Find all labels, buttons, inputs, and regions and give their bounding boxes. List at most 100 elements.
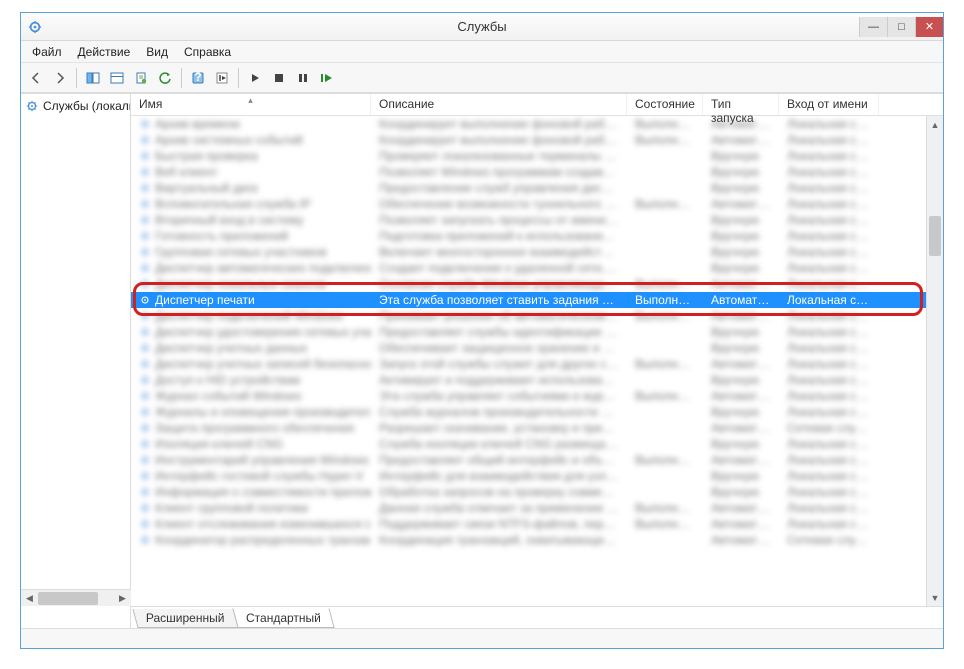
- menubar: Файл Действие Вид Справка: [21, 41, 943, 63]
- titlebar[interactable]: Службы — □ ✕: [21, 13, 943, 41]
- gear-icon: [139, 326, 151, 338]
- show-hide-tree-button[interactable]: [82, 67, 104, 89]
- scroll-right-arrow[interactable]: ▶: [114, 590, 131, 607]
- tab-standard[interactable]: Стандартный: [232, 608, 334, 628]
- start-service-button[interactable]: [211, 67, 233, 89]
- window-title: Службы: [21, 19, 943, 34]
- gear-icon: [139, 486, 151, 498]
- refresh-button[interactable]: [154, 67, 176, 89]
- statusbar: [21, 628, 943, 648]
- menu-view[interactable]: Вид: [139, 43, 175, 61]
- gear-icon: [139, 470, 151, 482]
- service-row[interactable]: Виртуальный дискПредоставление служб упр…: [131, 180, 943, 196]
- gear-icon: [139, 134, 151, 146]
- gear-icon: [139, 454, 151, 466]
- service-row[interactable]: Диспетчер удостоверения сетевых участник…: [131, 324, 943, 340]
- gear-icon: [139, 422, 151, 434]
- gear-icon: [139, 390, 151, 402]
- col-status[interactable]: Состояние: [627, 94, 703, 115]
- scroll-left-arrow[interactable]: ◀: [21, 590, 38, 607]
- separator: [181, 68, 182, 88]
- service-row[interactable]: Архив системных событийКоординирует выпо…: [131, 132, 943, 148]
- gear-icon: [139, 358, 151, 370]
- menu-file[interactable]: Файл: [25, 43, 69, 61]
- service-row[interactable]: Клиент отслеживания изменившихся связейП…: [131, 516, 943, 532]
- tree-root[interactable]: Службы (локальные): [23, 98, 128, 114]
- window-controls: — □ ✕: [859, 17, 943, 37]
- service-row[interactable]: Интерфейс гостевой службы Hyper-VИнтерфе…: [131, 468, 943, 484]
- menu-help[interactable]: Справка: [177, 43, 238, 61]
- list-pane: Имя Описание Состояние Тип запуска Вход …: [131, 94, 943, 628]
- vertical-scrollbar[interactable]: ▲ ▼: [926, 116, 943, 606]
- stop-button[interactable]: [268, 67, 290, 89]
- gear-icon: [139, 262, 151, 274]
- service-row[interactable]: Инструментарий управления WindowsПредост…: [131, 452, 943, 468]
- gear-icon: [139, 278, 151, 290]
- service-row[interactable]: Архив времениКоординирует выполнение фон…: [131, 116, 943, 132]
- gear-icon: [139, 310, 151, 322]
- service-row[interactable]: Координатор распределенных транзакцийКоо…: [131, 532, 943, 548]
- view-tabs: Расширенный Стандартный: [131, 606, 943, 628]
- gear-icon: [139, 198, 151, 210]
- workspace: Службы (локальные) Имя Описание Состояни…: [21, 93, 943, 628]
- service-row[interactable]: Информация о совместимости приложенийОбр…: [131, 484, 943, 500]
- service-row[interactable]: Диспетчер автоматических подключений уд.…: [131, 260, 943, 276]
- service-row[interactable]: Клиент групповой политикиДанная служба о…: [131, 500, 943, 516]
- window-frame: Службы — □ ✕ Файл Действие Вид Справка ?: [20, 12, 944, 649]
- gear-icon: [139, 502, 151, 514]
- service-row[interactable]: Быстрая проверкаПроверяет локализованные…: [131, 148, 943, 164]
- close-button[interactable]: ✕: [915, 17, 943, 37]
- menu-action[interactable]: Действие: [71, 43, 138, 61]
- maximize-button[interactable]: □: [887, 17, 915, 37]
- column-headers: Имя Описание Состояние Тип запуска Вход …: [131, 94, 943, 116]
- separator: [238, 68, 239, 88]
- gear-icon: [139, 374, 151, 386]
- service-row[interactable]: Журнал событий WindowsЭта служба управля…: [131, 388, 943, 404]
- help-button[interactable]: ?: [187, 67, 209, 89]
- service-row[interactable]: Веб клиентПозволяет Windows программам с…: [131, 164, 943, 180]
- service-row[interactable]: Диспетчер локальных сеансовОсновная служ…: [131, 276, 943, 292]
- scroll-thumb[interactable]: [929, 216, 941, 256]
- forward-button[interactable]: [49, 67, 71, 89]
- col-name[interactable]: Имя: [131, 94, 371, 115]
- gear-icon: [139, 166, 151, 178]
- col-startup[interactable]: Тип запуска: [703, 94, 779, 115]
- tab-extended[interactable]: Расширенный: [132, 609, 238, 628]
- gear-icon: [139, 118, 151, 130]
- play-button[interactable]: [244, 67, 266, 89]
- service-row[interactable]: Диспетчер учетных записей безопасностиЗа…: [131, 356, 943, 372]
- service-row[interactable]: Вспомогательная служба IPОбеспечение воз…: [131, 196, 943, 212]
- minimize-button[interactable]: —: [859, 17, 887, 37]
- service-row[interactable]: Защита программного обеспеченияРазрешает…: [131, 420, 943, 436]
- service-row[interactable]: Групповая сетевых участниковВключает мно…: [131, 244, 943, 260]
- scroll-up-arrow[interactable]: ▲: [927, 116, 943, 133]
- tree-root-label: Службы (локальные): [43, 99, 131, 113]
- gear-icon: [139, 214, 151, 226]
- properties-button[interactable]: [106, 67, 128, 89]
- service-row[interactable]: Диспетчер подключений WindowsПринимает р…: [131, 308, 943, 324]
- gear-icon: [139, 294, 151, 306]
- restart-button[interactable]: [316, 67, 338, 89]
- svg-text:?: ?: [194, 71, 201, 84]
- back-button[interactable]: [25, 67, 47, 89]
- gear-icon: [139, 518, 151, 530]
- col-description[interactable]: Описание: [371, 94, 627, 115]
- service-row-selected[interactable]: Диспетчер печатиЭта служба позволяет ста…: [131, 292, 943, 308]
- gear-icon: [139, 150, 151, 162]
- service-row[interactable]: Изоляция ключей CNGСлужба изоляции ключе…: [131, 436, 943, 452]
- service-row[interactable]: Диспетчер учетных данныхОбеспечивает защ…: [131, 340, 943, 356]
- horizontal-scrollbar-tree[interactable]: ◀ ▶: [21, 589, 131, 606]
- gear-icon: [139, 534, 151, 546]
- service-list[interactable]: Архив времениКоординирует выполнение фон…: [131, 116, 943, 606]
- scroll-down-arrow[interactable]: ▼: [927, 589, 943, 606]
- gear-icon: [139, 438, 151, 450]
- pause-button[interactable]: [292, 67, 314, 89]
- gear-icon: [139, 342, 151, 354]
- service-row[interactable]: Доступ к HID устройствамАктивирует и под…: [131, 372, 943, 388]
- service-row[interactable]: Вторичный вход в системуПозволяет запуск…: [131, 212, 943, 228]
- col-logon[interactable]: Вход от имени: [779, 94, 879, 115]
- service-row[interactable]: Журналы и оповещения производительностиС…: [131, 404, 943, 420]
- hscroll-thumb[interactable]: [38, 592, 98, 605]
- service-row[interactable]: Готовность приложенийПодготовка приложен…: [131, 228, 943, 244]
- export-button[interactable]: [130, 67, 152, 89]
